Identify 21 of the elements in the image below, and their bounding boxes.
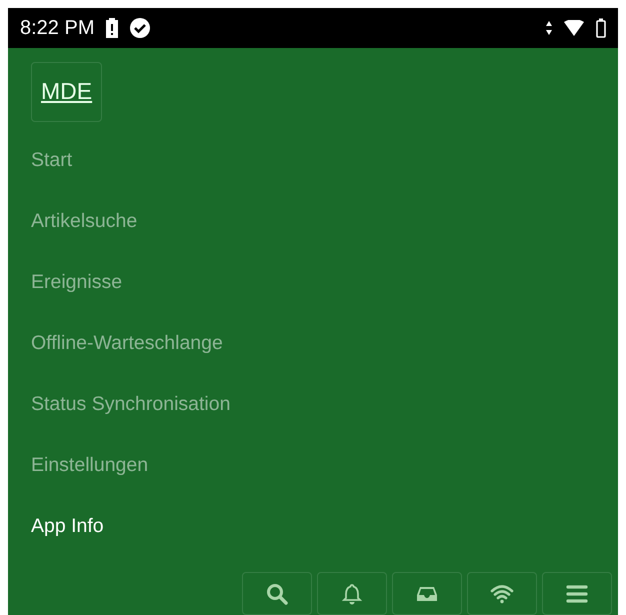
battery-alert-icon [106,18,118,38]
menu-item[interactable]: App Info [31,496,104,557]
data-arrows-icon [546,21,552,35]
status-time: 8:22 PM [20,16,94,41]
search-button[interactable] [242,572,312,615]
menu-item[interactable]: Start [31,130,72,191]
menu-item[interactable]: Artikelsuche [31,190,138,252]
menu-item[interactable]: Ereignisse [31,252,122,313]
menu-item[interactable]: Status Synchronisation [31,374,230,435]
app-brand[interactable]: MDE [31,62,102,122]
bell-icon [340,582,364,606]
wifi-signal-icon [564,20,584,36]
check-circle-icon [130,18,150,38]
battery-icon [596,18,606,38]
menu-item[interactable]: Offline-Warteschlange [31,312,223,374]
inbox-button[interactable] [392,572,462,615]
search-icon [265,582,289,606]
bell-button[interactable] [317,572,387,615]
wifi-button[interactable] [467,572,537,615]
menu-item[interactable]: Einstellungen [31,434,148,496]
menu-button[interactable] [542,572,612,615]
